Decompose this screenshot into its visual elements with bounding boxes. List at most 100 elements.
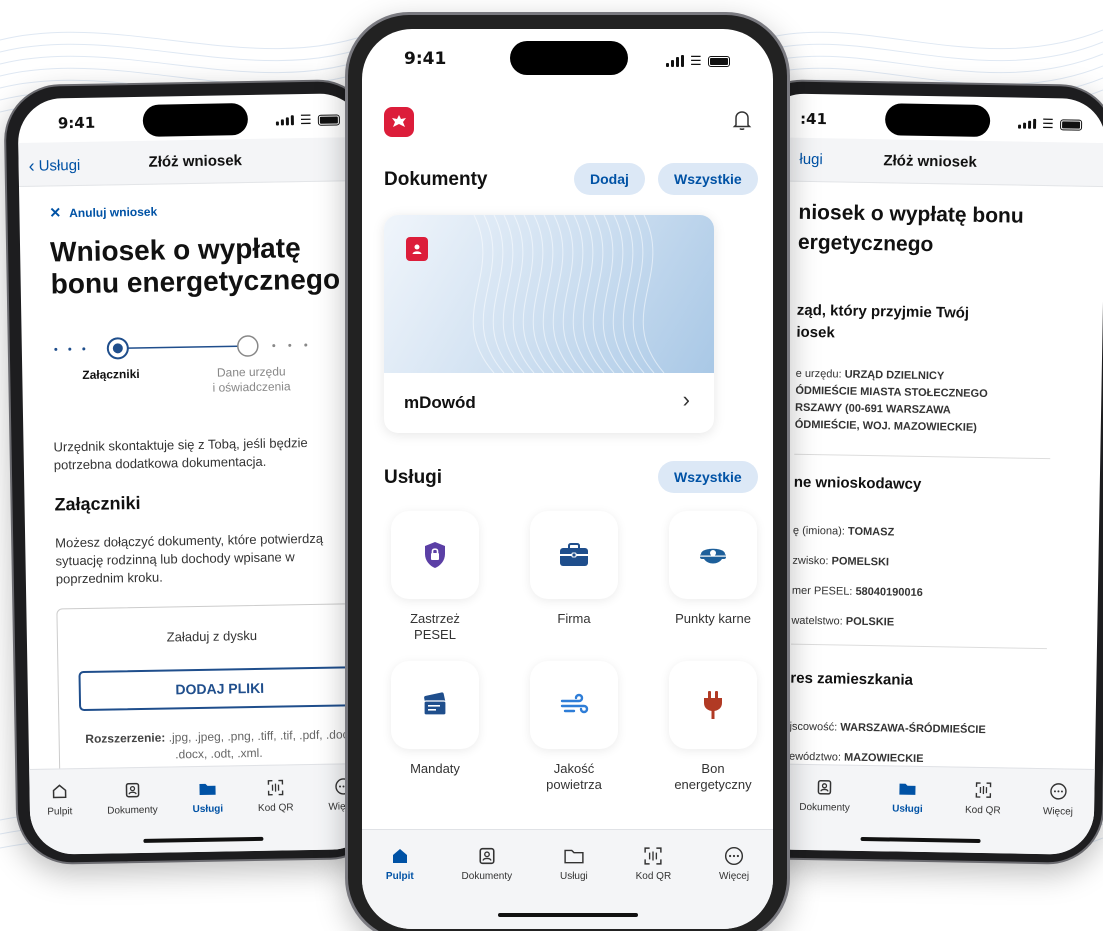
- tab-label: Kod QR: [635, 871, 672, 882]
- back-button[interactable]: ługi: [799, 151, 823, 168]
- status-time: 9:41: [404, 49, 447, 69]
- service-tile: [530, 661, 618, 749]
- tab-label: Usługi: [192, 803, 224, 816]
- center-phone-screen: 9:41 ☰ Dokumenty Dodaj Wszystkie mDowód …: [362, 29, 773, 929]
- pesel-label: mer PESEL:: [791, 584, 853, 598]
- tab-label: Kod QR: [964, 804, 1001, 817]
- briefcase-icon: [560, 543, 588, 566]
- shield-lock-icon: [425, 542, 445, 568]
- services-title: Usługi: [384, 467, 443, 488]
- name-value: TOMASZ: [847, 525, 895, 539]
- tab-label: Więcej: [1042, 806, 1074, 818]
- all-documents-button[interactable]: Wszystkie: [658, 163, 758, 195]
- add-document-button[interactable]: Dodaj: [574, 163, 645, 195]
- dynamic-island: [510, 41, 628, 75]
- extensions-label: Rozszerzenie:: [85, 730, 166, 746]
- city-label: jscowość:: [789, 720, 838, 734]
- card-wave-pattern: [472, 215, 665, 373]
- service-label: Bon energetyczny: [674, 761, 752, 792]
- qr-scan-icon: [973, 780, 993, 800]
- center-phone: 9:41 ☰ Dokumenty Dodaj Wszystkie mDowód …: [345, 12, 790, 931]
- dynamic-island: [142, 103, 249, 137]
- tab-pulpit[interactable]: Pulpit: [47, 781, 73, 854]
- eagle-icon: [392, 115, 406, 127]
- card-image: [384, 215, 714, 373]
- page-title: niosek o wypłatę bonu ergetycznego: [798, 198, 1024, 262]
- office-section-line2: iosek: [796, 323, 835, 342]
- tab-wiecej[interactable]: Więcej: [719, 846, 749, 929]
- status-icons: ☰: [666, 53, 730, 69]
- nav-bar: ługi Złóż wniosek: [759, 137, 1103, 188]
- right-phone-screen: :41 ☰ ługi Złóż wniosek niosek o wypłatę…: [747, 93, 1103, 855]
- service-mandaty[interactable]: Mandaty: [375, 661, 495, 777]
- info-text: Urzędnik skontaktuje się z Tobą, jeśli b…: [53, 435, 308, 473]
- tab-label: Dokumenty: [107, 804, 158, 817]
- qr-scan-icon: [643, 846, 663, 866]
- service-label: Punkty karne: [675, 611, 751, 626]
- service-zastrzez-pesel[interactable]: Zastrzeż PESEL: [375, 511, 495, 643]
- name-label: ę (imiona):: [792, 524, 846, 538]
- province-label: ewództwo:: [788, 750, 842, 764]
- cancel-link[interactable]: ✕ Anuluj wniosek: [49, 203, 157, 222]
- add-files-button[interactable]: DODAJ PLIKI: [78, 666, 362, 712]
- cancel-label: Anuluj wniosek: [69, 204, 158, 220]
- wifi-icon: ☰: [1041, 115, 1054, 132]
- citizenship-value: POLSKIE: [845, 615, 895, 629]
- tab-label: Pulpit: [385, 871, 414, 882]
- tab-dokumenty[interactable]: Dokumenty: [799, 777, 851, 851]
- service-punkty-karne[interactable]: Punkty karne: [653, 511, 773, 627]
- qr-scan-icon: [265, 777, 285, 797]
- id-badge-icon: [406, 237, 428, 261]
- close-icon: ✕: [49, 204, 62, 221]
- office-value-line2: ÓDMIEŚCIE MIASTA STOŁECZNEGO: [795, 384, 988, 401]
- wifi-icon: ☰: [690, 53, 702, 68]
- folder-icon: [898, 779, 918, 799]
- tab-kod-qr[interactable]: Kod QR: [635, 846, 672, 929]
- id-card-icon: [477, 846, 497, 866]
- tab-label: Dokumenty: [799, 801, 850, 814]
- pesel-value: 58040190016: [855, 585, 923, 599]
- service-jakosc-powietrza[interactable]: Jakość powietrza: [514, 661, 634, 793]
- status-time: :41: [799, 109, 828, 129]
- divider: [794, 453, 1051, 460]
- more-icon: [724, 846, 744, 866]
- back-label: Usługi: [38, 156, 81, 175]
- tab-label: Więcej: [719, 871, 750, 882]
- page-title-line2: ergetycznego: [797, 230, 934, 257]
- service-tile: [391, 661, 479, 749]
- back-button[interactable]: ‹ Usługi: [28, 155, 80, 177]
- dynamic-island: [884, 103, 991, 138]
- bell-icon[interactable]: [732, 109, 752, 136]
- tab-label: Pulpit: [47, 806, 73, 818]
- service-firma[interactable]: Firma: [514, 511, 634, 627]
- tab-label: Kod QR: [257, 802, 294, 814]
- service-tile: [669, 511, 757, 599]
- applicant-section-title: ne wnioskodawcy: [793, 473, 922, 493]
- step-next-label: Dane urzędu i oświadczenia: [212, 364, 291, 395]
- office-label: e urzędu:: [795, 367, 842, 381]
- stepper: Załączniki Dane urzędu i oświadczenia: [52, 329, 363, 404]
- mdowod-card[interactable]: mDowód ›: [384, 215, 714, 433]
- folder-icon: [564, 846, 584, 866]
- status-icons: ☰: [1018, 116, 1082, 133]
- wifi-icon: ☰: [299, 111, 312, 128]
- service-bon-energetyczny[interactable]: Bon energetyczny: [653, 661, 773, 793]
- home-icon: [390, 846, 410, 866]
- police-cap-icon: [700, 548, 726, 564]
- service-label: Firma: [557, 611, 591, 626]
- tab-wiecej[interactable]: Więcej: [1042, 781, 1073, 855]
- address-section-title: res zamieszkania: [790, 669, 914, 689]
- all-services-button[interactable]: Wszystkie: [658, 461, 758, 493]
- step-current-label: Załączniki: [82, 366, 140, 382]
- extensions-info: Rozszerzenie: .jpg, .jpeg, .png, .tiff, …: [80, 726, 359, 765]
- office-value-line4: ÓDMIEŚCIE, WOJ. MAZOWIECKIE): [794, 418, 978, 434]
- section-text: Możesz dołączyć dokumenty, które potwier…: [55, 530, 324, 587]
- tab-label: Usługi: [892, 803, 923, 816]
- service-tile: [669, 661, 757, 749]
- signal-icon: [666, 55, 684, 67]
- card-name: mDowód: [404, 393, 476, 412]
- left-phone-screen: 9:41 ☰ ‹ Usługi Złóż wniosek ✕ Anuluj wn…: [17, 93, 377, 855]
- service-tile: [391, 511, 479, 599]
- tab-pulpit[interactable]: Pulpit: [386, 846, 414, 929]
- nav-title: Złóż wniosek: [883, 152, 977, 171]
